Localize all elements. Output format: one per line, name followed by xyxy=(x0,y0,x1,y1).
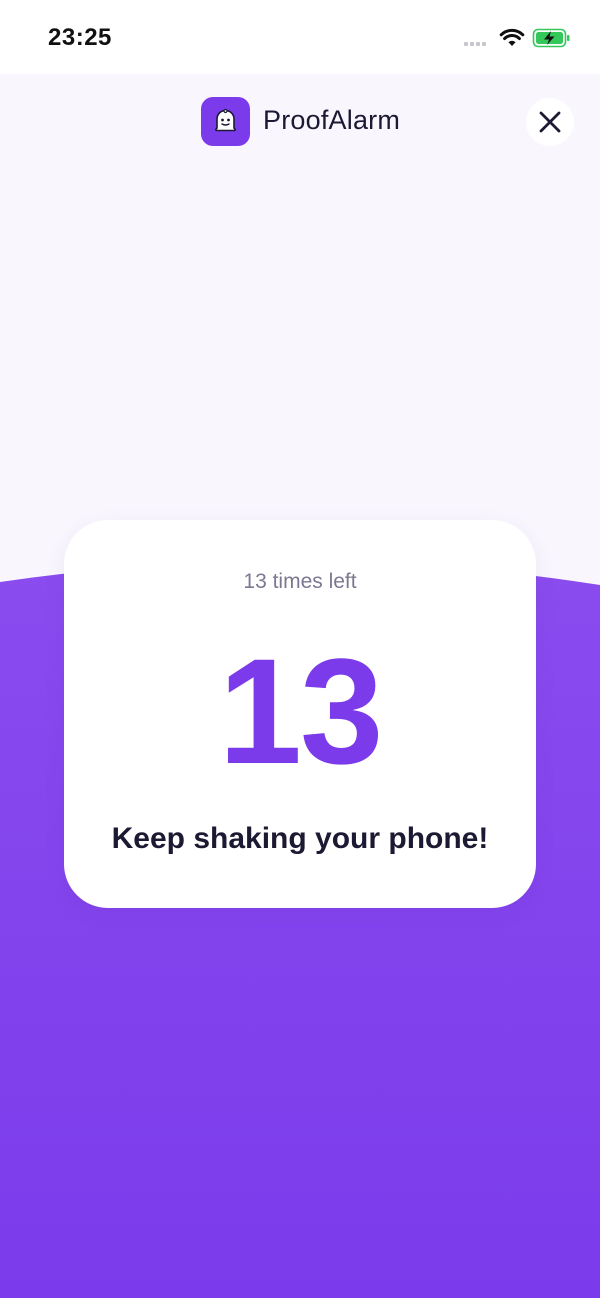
close-icon xyxy=(539,111,561,133)
app-name: ProofAlarm xyxy=(263,105,401,135)
shake-challenge-card: 13 times left 13 Keep shaking your phone… xyxy=(64,520,536,908)
status-time: 23:25 xyxy=(48,24,112,51)
times-left-label: 13 times left xyxy=(243,570,357,593)
app-logo xyxy=(201,97,250,146)
status-icons xyxy=(464,26,572,50)
wifi-icon xyxy=(499,28,525,46)
signal-dots-icon xyxy=(464,42,486,46)
header: ProofAlarm xyxy=(0,74,600,170)
ghost-bell-icon xyxy=(215,108,236,132)
battery-charging-icon xyxy=(532,28,570,48)
status-bar: 23:25 xyxy=(0,0,600,74)
instruction-message: Keep shaking your phone! xyxy=(111,822,489,855)
shake-count: 13 xyxy=(218,627,384,795)
close-button[interactable] xyxy=(526,98,574,146)
